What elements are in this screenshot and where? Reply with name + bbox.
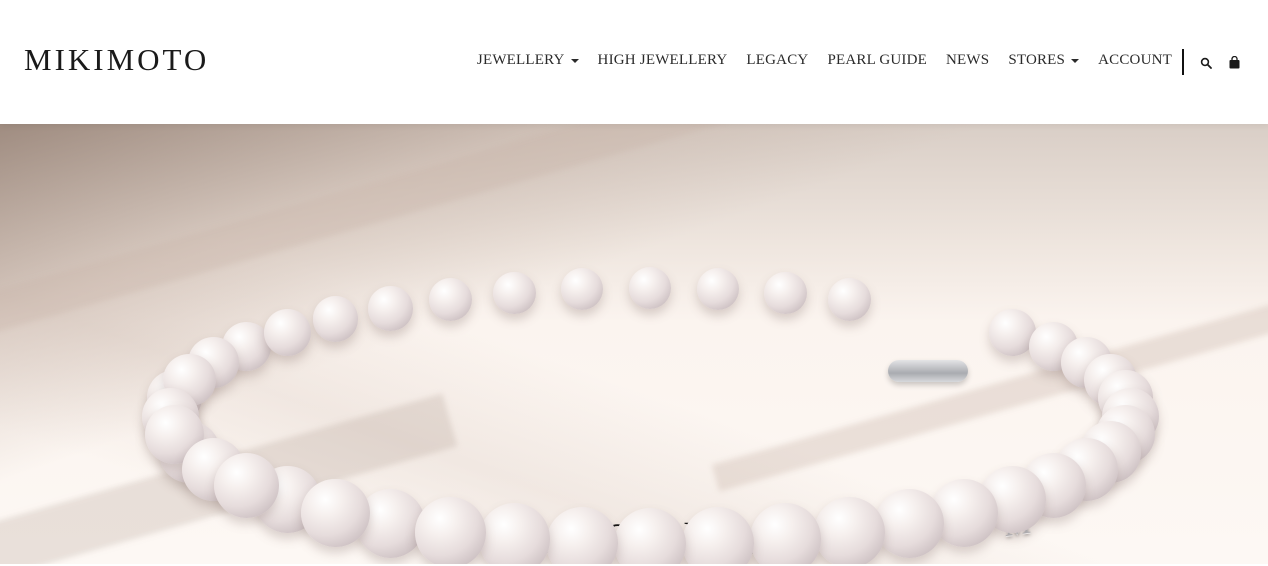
site-header: MIKIMOTO JEWELLERY HIGH JEWELLERY LEGACY… <box>0 0 1268 124</box>
nav-item-legacy[interactable]: LEGACY <box>746 52 808 69</box>
nav-item-news[interactable]: NEWS <box>946 52 989 69</box>
pearl <box>629 267 671 309</box>
pearl <box>301 478 370 547</box>
pearl <box>263 308 311 356</box>
brand-logo[interactable]: MIKIMOTO <box>24 42 209 78</box>
hero-banner[interactable]: M <box>0 124 1268 564</box>
pearl <box>560 268 603 311</box>
nav-item-label: HIGH JEWELLERY <box>597 52 728 68</box>
pearl <box>814 497 885 564</box>
shopping-bag-icon[interactable] <box>1229 54 1243 69</box>
pearl <box>493 271 537 315</box>
pearl <box>368 286 413 331</box>
pearl <box>415 497 486 564</box>
nav-item-pearl-guide[interactable]: PEARL GUIDE <box>827 52 927 69</box>
nav-item-label: STORES <box>1008 52 1066 68</box>
pearl <box>763 271 807 315</box>
nav-item-stores[interactable]: STORES <box>1008 52 1080 69</box>
nav-item-label: JEWELLERY <box>476 52 565 68</box>
pearl <box>312 296 359 343</box>
nav-item-label: PEARL GUIDE <box>827 52 928 68</box>
caret-down-icon <box>570 59 579 63</box>
nav-item-high-jewellery[interactable]: HIGH JEWELLERY <box>598 52 728 69</box>
nav-item-label: ACCOUNT <box>1098 52 1172 68</box>
pearl <box>749 503 821 564</box>
necklace-clasp <box>888 360 968 382</box>
nav-divider <box>1182 49 1184 75</box>
main-nav: JEWELLERY HIGH JEWELLERY LEGACY PEARL GU… <box>458 52 1172 69</box>
nav-item-account[interactable]: ACCOUNT <box>1098 52 1172 69</box>
pearl <box>479 503 551 564</box>
pearl <box>213 452 279 518</box>
pearl <box>827 277 872 322</box>
search-icon[interactable] <box>1200 54 1214 69</box>
nav-item-label: LEGACY <box>746 52 809 68</box>
nav-item-jewellery[interactable]: JEWELLERY <box>477 52 579 69</box>
caret-down-icon <box>1071 59 1080 63</box>
pearl <box>428 277 473 322</box>
pearl <box>697 268 740 311</box>
nav-item-label: NEWS <box>946 52 990 68</box>
